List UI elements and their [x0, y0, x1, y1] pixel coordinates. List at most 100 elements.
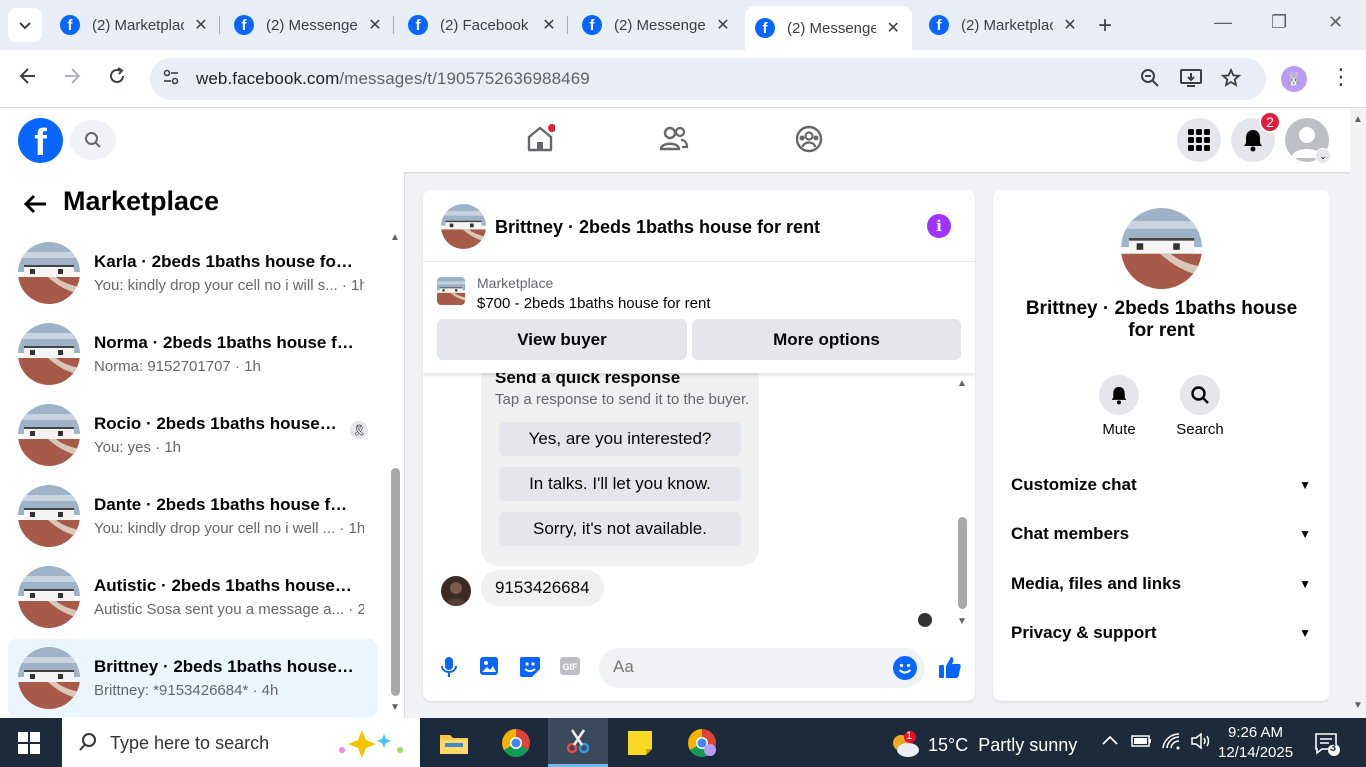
friends-icon[interactable]: [659, 124, 689, 159]
listing-thumbnail: [18, 647, 80, 709]
scroll-up-arrow-icon[interactable]: ▲: [957, 378, 967, 389]
scroll-up-arrow-icon[interactable]: ▲: [1353, 114, 1363, 125]
address-bar[interactable]: web.facebook.com/messages/t/190575263698…: [150, 58, 1266, 100]
chat-list-item[interactable]: Karla · 2beds 1baths house for rent You:…: [8, 234, 377, 312]
scroll-down-arrow-icon[interactable]: ▼: [957, 616, 967, 627]
battery-icon[interactable]: [1131, 732, 1153, 755]
close-tab-icon[interactable]: ✕: [884, 18, 902, 38]
browser-tab[interactable]: f (2) Marketplace ✕: [919, 8, 1089, 42]
photo-icon[interactable]: [479, 656, 499, 681]
scroll-up-arrow-icon[interactable]: ▲: [390, 232, 400, 243]
sticky-notes-app[interactable]: [610, 718, 670, 767]
quick-reply-button[interactable]: Sorry, it's not available.: [499, 512, 741, 546]
scroll-down-arrow-icon[interactable]: ▼: [1353, 700, 1363, 711]
chevron-down-icon: ▼: [1299, 527, 1311, 541]
close-tab-icon[interactable]: ✕: [366, 15, 384, 35]
home-icon[interactable]: [525, 124, 556, 159]
tray-chevron-up-icon[interactable]: [1101, 732, 1119, 755]
chat-list-item[interactable]: Dante · 2beds 1baths house for rent You:…: [8, 477, 377, 555]
browser-tab[interactable]: f (2) Marketplace ✕: [50, 8, 220, 42]
media-files-links-section[interactable]: Media, files and links ▼: [1011, 569, 1311, 599]
back-arrow-icon[interactable]: [22, 190, 48, 222]
restore-icon[interactable]: ❐: [1271, 12, 1287, 33]
chrome-profile-app[interactable]: [672, 718, 732, 767]
sticker-icon[interactable]: [519, 656, 541, 683]
conversation-info-icon[interactable]: i: [927, 214, 951, 238]
thumbs-up-icon[interactable]: [938, 655, 962, 684]
listing-thumbnail[interactable]: [437, 277, 465, 305]
incoming-message-bubble[interactable]: 9153426684: [481, 570, 604, 606]
facebook-logo[interactable]: f: [18, 118, 63, 163]
browser-tab[interactable]: f (2) Messenger ✕: [224, 8, 394, 42]
account-chevron-down-icon[interactable]: ⌄: [1315, 148, 1331, 164]
windows-start-icon[interactable]: [18, 732, 40, 759]
browser-menu-icon[interactable]: ⋮: [1330, 64, 1352, 90]
chat-list-item[interactable]: Norma · 2beds 1baths house for rent Norm…: [8, 315, 377, 393]
browser-profile-avatar[interactable]: 🐰: [1281, 66, 1307, 92]
close-tab-icon[interactable]: ✕: [1061, 15, 1079, 35]
microphone-icon[interactable]: [440, 656, 458, 683]
wifi-icon[interactable]: [1161, 732, 1183, 755]
forward-arrow-icon[interactable]: [62, 66, 82, 92]
install-app-icon[interactable]: [1180, 68, 1202, 93]
minimize-icon[interactable]: —: [1214, 12, 1232, 33]
chat-list-item[interactable]: Rocio · 2beds 1baths house for rent You:…: [8, 396, 377, 474]
chat-list-scrollbar-thumb[interactable]: [391, 468, 400, 696]
quick-reply-button[interactable]: In talks. I'll let you know.: [499, 467, 741, 501]
conversation-title[interactable]: Brittney · 2beds 1baths house for rent: [495, 217, 820, 238]
tab-search-button[interactable]: [8, 8, 42, 42]
conversation-scrollbar-thumb[interactable]: [958, 517, 967, 609]
chat-list-item-selected[interactable]: Brittney · 2beds 1baths house for rent B…: [8, 639, 377, 717]
chat-members-section[interactable]: Chat members ▼: [1011, 519, 1311, 549]
chrome-app[interactable]: [486, 718, 546, 767]
buyer-avatar[interactable]: [441, 576, 471, 606]
conversation-avatar[interactable]: [441, 204, 486, 249]
close-tab-icon[interactable]: ✕: [192, 15, 210, 35]
site-info-icon[interactable]: [162, 68, 180, 91]
groups-icon[interactable]: [794, 124, 824, 159]
close-window-icon[interactable]: ✕: [1328, 12, 1343, 33]
menu-grid-button[interactable]: [1177, 118, 1221, 162]
bell-icon: [1099, 375, 1139, 415]
section-label: Media, files and links: [1011, 574, 1182, 593]
quick-reply-button[interactable]: Yes, are you interested?: [499, 422, 741, 456]
weather-widget[interactable]: 1 15°C Partly sunny: [888, 730, 1077, 760]
gif-icon[interactable]: GIF: [559, 656, 581, 681]
quick-response-subtitle: Tap a response to send it to the buyer.: [495, 391, 750, 408]
customize-chat-section[interactable]: Customize chat ▼: [1011, 470, 1311, 500]
browser-tab[interactable]: f (2) Facebook ✕: [398, 8, 568, 42]
back-arrow-icon[interactable]: [18, 66, 38, 92]
marketplace-title: Marketplace: [63, 186, 220, 216]
emoji-icon[interactable]: [893, 656, 917, 680]
scroll-down-arrow-icon[interactable]: ▼: [390, 702, 400, 713]
facebook-favicon-icon: f: [582, 15, 602, 35]
notification-center-icon[interactable]: 3: [1314, 732, 1340, 761]
new-tab-plus-icon[interactable]: +: [1098, 12, 1112, 40]
mute-action[interactable]: Mute: [1079, 375, 1159, 438]
listing-title[interactable]: $700 - 2beds 1baths house for rent: [477, 295, 711, 312]
browser-tab-active[interactable]: f (2) Messenger ✕: [745, 6, 912, 50]
privacy-support-section[interactable]: Privacy & support ▼: [1011, 618, 1311, 648]
file-explorer-app[interactable]: [424, 718, 484, 767]
chat-list-item[interactable]: Autistic · 2beds 1baths house for rent A…: [8, 558, 377, 636]
browser-tab[interactable]: f (2) Messenger ✕: [572, 8, 742, 42]
close-tab-icon[interactable]: ✕: [540, 15, 558, 35]
snipping-tool-app[interactable]: [548, 718, 608, 767]
more-options-button[interactable]: More options: [692, 319, 961, 360]
zoom-icon[interactable]: [1140, 68, 1160, 93]
search-action[interactable]: Search: [1160, 375, 1240, 438]
reload-icon[interactable]: [107, 66, 127, 92]
facebook-search-button[interactable]: [70, 120, 116, 160]
view-buyer-button[interactable]: View buyer: [437, 319, 687, 360]
chevron-down-icon: ▼: [1299, 626, 1311, 640]
chat-name: Autistic · 2beds 1baths house for rent: [94, 576, 356, 595]
volume-icon[interactable]: [1190, 732, 1214, 755]
message-input[interactable]: [613, 657, 873, 677]
close-tab-icon[interactable]: ✕: [714, 15, 732, 35]
bookmark-star-icon[interactable]: [1220, 67, 1242, 93]
page-scrollbar[interactable]: ▲ ▼: [1350, 108, 1366, 718]
taskbar-clock[interactable]: 9:26 AM 12/14/2025: [1218, 723, 1293, 763]
listing-banner: Marketplace $700 - 2beds 1baths house fo…: [423, 263, 975, 373]
taskbar-search-box[interactable]: Type here to search: [62, 718, 420, 767]
message-composer[interactable]: [599, 648, 925, 688]
